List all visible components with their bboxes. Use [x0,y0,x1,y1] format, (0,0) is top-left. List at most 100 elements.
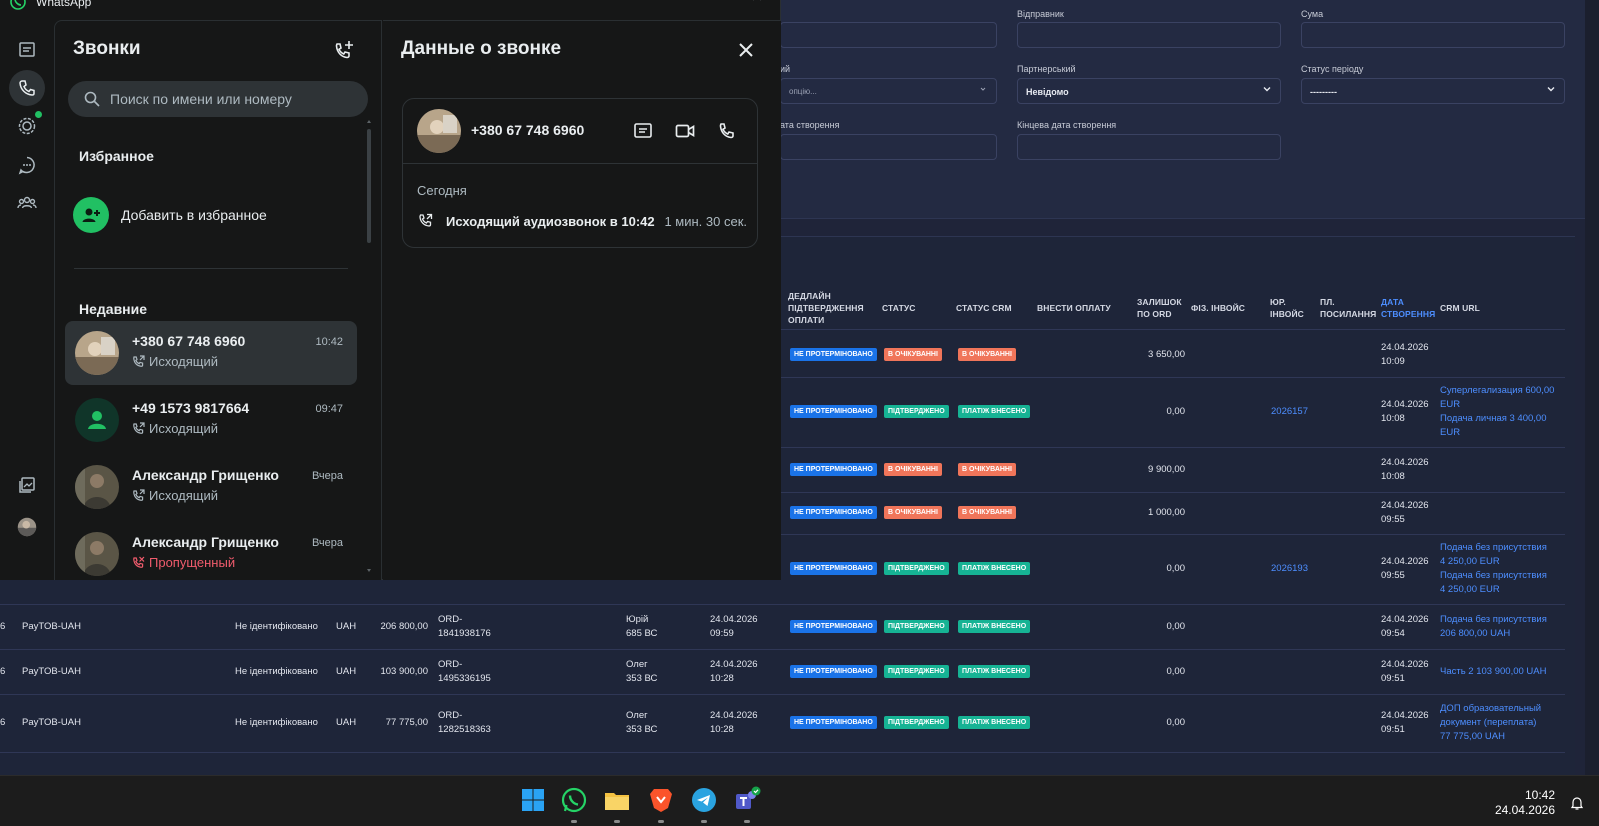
crm-link[interactable]: документ (переплата) [1440,716,1536,730]
status-badge: НЕ ПРОТЕРМІНОВАНО [790,716,877,729]
currency-cell: UAH [336,620,357,632]
minimize-button[interactable] [660,0,674,6]
running-indicator [744,820,750,823]
crm-link[interactable]: Подача без присутствия [1440,569,1547,583]
ord-cell[interactable]: 1841938176 [438,627,491,641]
invoice-link[interactable]: 2026157 [1271,405,1308,419]
col-header[interactable]: CRM URL [1440,302,1480,314]
contact-avatar[interactable] [417,109,461,153]
row-divider [0,752,1565,753]
window-titlebar[interactable]: WhatsApp [0,0,781,20]
col-header[interactable]: СТАТУС [882,302,916,314]
message-icon[interactable] [632,120,654,142]
crm-link[interactable]: Часть 2 103 900,00 UAH [1440,665,1546,679]
contact-name: +380 67 748 6960 [132,333,246,349]
crm-link[interactable]: 4 250,00 EUR [1440,555,1500,569]
crm-link[interactable]: Подача личная 3 400,00 [1440,412,1547,426]
teams-icon[interactable] [733,786,761,814]
channels-button[interactable] [9,147,45,183]
close-icon[interactable] [738,42,754,58]
amount-input[interactable] [1301,22,1565,48]
period-status-select[interactable]: --------- [1301,78,1565,104]
call-item[interactable]: +49 1573 9817664 09:47 Исходящий [65,388,357,452]
status-badge: ПЛАТІЖ ВНЕСЕНО [958,562,1031,575]
ord-cell[interactable]: ORD- [438,613,462,627]
call-time: 10:42 [315,336,343,348]
contact-photo [75,465,119,509]
type-select[interactable]: опцію... [780,78,997,104]
row-number: 6 [0,620,6,632]
contact-photo [75,331,119,375]
brave-icon[interactable] [647,786,675,814]
video-call-icon[interactable] [674,120,696,142]
media-gallery-icon [19,477,35,493]
filter-label: Кінцева дата створення [1017,120,1117,130]
file-explorer-icon[interactable] [603,786,631,814]
crm-link[interactable]: Суперлегализация 600,00 [1440,384,1554,398]
profile-button[interactable] [9,509,45,545]
crm-link[interactable]: EUR [1440,426,1460,440]
close-window-button[interactable] [750,0,764,6]
chats-button[interactable] [9,32,45,68]
manager-cell: Олег [626,710,648,721]
status-button[interactable] [9,108,45,144]
crm-link[interactable]: 77 775,00 UAH [1440,730,1505,744]
call-type: Исходящий [149,421,218,436]
filter-label: Статус періоду [1301,64,1364,74]
call-item[interactable]: Александр Грищенко Вчера Исходящий [65,455,357,519]
windows-start-icon[interactable] [519,786,547,814]
ord-cell[interactable]: 1282518363 [438,723,491,737]
crm-link[interactable]: 4 250,00 EUR [1440,583,1500,597]
maximize-button[interactable] [705,0,719,6]
col-header[interactable]: ПЛ. ПОСИЛАННЯ [1320,296,1380,320]
channels-icon [18,156,35,175]
add-favorite-button[interactable]: Добавить в избранное [73,197,363,235]
filter-label: ий [780,64,791,74]
call-item[interactable]: +380 67 748 6960 10:42 Исходящий [65,321,357,385]
filter-input[interactable] [780,22,997,48]
search-bar[interactable] [68,81,368,117]
telegram-icon[interactable] [690,786,718,814]
status-badge: В ОЧІКУВАННІ [958,462,1016,476]
start-date-input[interactable] [780,134,997,160]
ord-cell[interactable]: ORD- [438,709,462,723]
divider [403,163,757,164]
crm-link[interactable]: ДОП образовательный [1440,702,1541,716]
sender-input[interactable] [1017,22,1281,48]
call-item[interactable]: Александр Грищенко Вчера Пропущенный [65,522,357,586]
system-clock[interactable]: 10:42 24.04.2026 [1495,788,1555,818]
status-badge: ПІДТВЕРДЖЕНО [884,619,949,633]
ord-cell[interactable]: ORD- [438,658,462,672]
media-button[interactable] [9,467,45,503]
communities-button[interactable] [9,185,45,221]
call-time: 09:47 [315,403,343,415]
invoice-link[interactable]: 2026193 [1271,562,1308,576]
partner-select[interactable]: Невідомо [1017,78,1281,104]
col-header[interactable]: ЮР. ІНВОЙС [1270,296,1310,320]
person-add-icon [82,208,100,222]
col-header[interactable]: ЗАЛИШОК ПО ORD [1137,296,1187,320]
crm-link[interactable]: 206 800,00 UAH [1440,627,1510,641]
notification-bell-icon[interactable] [1569,795,1585,811]
partner-cell: Не ідентифіковано [235,717,318,728]
new-call-icon[interactable] [333,39,355,61]
col-header[interactable]: СТАТУС CRM [956,302,1012,314]
account-cell: PayTOB-UAH [22,620,81,632]
page-title: Звонки [73,38,141,59]
col-header-sorted[interactable]: ДАТА СТВОРЕННЯ [1381,296,1436,320]
scroll-thumb[interactable] [367,129,371,243]
search-input[interactable] [110,81,360,117]
missed-call-icon [133,556,145,568]
crm-link[interactable]: Подача без присутствия [1440,613,1547,627]
ord-cell[interactable]: 1495336195 [438,672,491,686]
col-header[interactable]: ФІЗ. ІНВОЙС [1191,302,1245,314]
crm-link[interactable]: EUR [1440,398,1460,412]
calls-button[interactable] [9,70,45,106]
crm-link[interactable]: Подача без присутствия [1440,541,1547,555]
col-header[interactable]: ДЕДЛАЙН ПІДТВЕРДЖЕННЯ ОПЛАТИ [788,290,873,326]
col-header[interactable]: ВНЕСТИ ОПЛАТУ [1037,302,1111,314]
voice-call-icon[interactable] [716,120,738,142]
end-date-input[interactable] [1017,134,1281,160]
created-date: 24.04.2026 [1381,399,1429,410]
whatsapp-icon[interactable] [560,786,588,814]
